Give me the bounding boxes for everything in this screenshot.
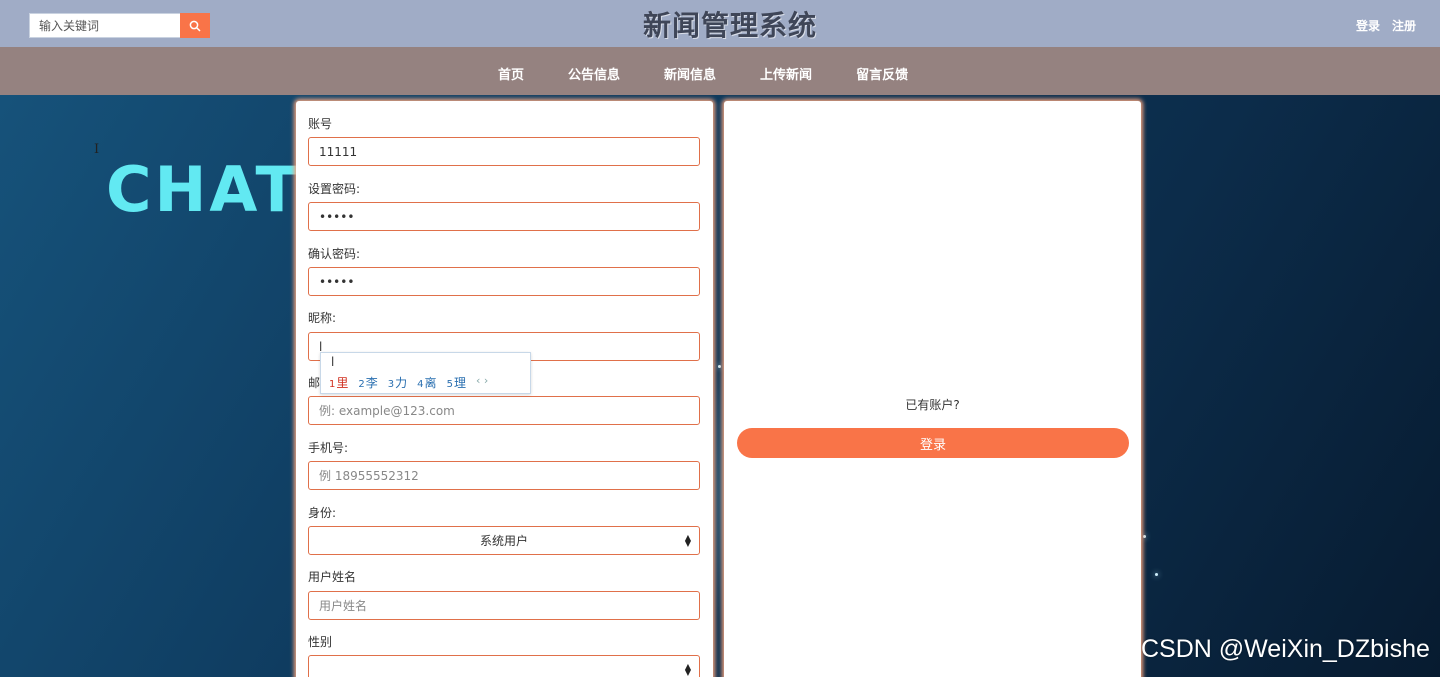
hero-background: CHAT: [0, 95, 1440, 677]
ime-candidate[interactable]: 3力: [388, 374, 407, 391]
password-value: •••••: [319, 209, 355, 224]
gender-label: 性别: [308, 635, 333, 649]
password-field[interactable]: •••••: [308, 202, 700, 231]
select-arrows-icon: ▲ ▼: [684, 661, 691, 677]
hero-text: CHAT: [106, 153, 301, 226]
login-button[interactable]: 登录: [737, 428, 1129, 458]
nav-item-upload-news[interactable]: 上传新闻: [760, 64, 812, 83]
confirm-password-field[interactable]: •••••: [308, 267, 700, 296]
ime-composition: l: [331, 355, 335, 369]
ime-candidate[interactable]: 1里: [329, 374, 348, 391]
hero-spark: [718, 365, 721, 368]
auth-links: 登录 注册: [1356, 17, 1416, 34]
hero-spark: [1143, 535, 1146, 538]
register-link[interactable]: 注册: [1392, 17, 1416, 34]
email-label: 邮: [308, 376, 321, 390]
top-bar: 新闻管理系统 登录 注册: [0, 0, 1440, 47]
login-side-panel: 已有账户? 登录: [724, 101, 1141, 677]
ime-candidate[interactable]: 4离: [417, 374, 436, 391]
account-label: 账号: [308, 117, 333, 131]
realname-field[interactable]: 用户姓名: [308, 591, 700, 620]
ime-candidate[interactable]: 2李: [358, 374, 377, 391]
confirm-password-value: •••••: [319, 274, 355, 289]
identity-label: 身份:: [308, 506, 337, 520]
ime-pager[interactable]: ‹ ›: [476, 374, 488, 391]
login-link[interactable]: 登录: [1356, 17, 1380, 34]
email-placeholder: 例: example@123.com: [319, 404, 455, 418]
phone-placeholder: 例 18955552312: [319, 469, 419, 483]
realname-label: 用户姓名: [308, 570, 357, 584]
ime-candidate-popup: l 1里 2李 3力 4离 5理 ‹ ›: [320, 352, 531, 394]
nav-item-feedback[interactable]: 留言反馈: [856, 64, 908, 83]
phone-field[interactable]: 例 18955552312: [308, 461, 700, 490]
password-label: 设置密码:: [308, 182, 361, 196]
identity-value: 系统用户: [479, 534, 528, 548]
phone-label: 手机号:: [308, 441, 349, 455]
main-nav: 首页 公告信息 新闻信息 上传新闻 留言反馈: [0, 47, 1440, 95]
watermark: CSDN @WeiXin_DZbishe: [1141, 635, 1430, 663]
ime-candidate[interactable]: 5理: [447, 374, 466, 391]
nav-item-announcements[interactable]: 公告信息: [568, 64, 620, 83]
nav-item-home[interactable]: 首页: [498, 64, 524, 83]
email-field[interactable]: 例: example@123.com: [308, 396, 700, 425]
identity-select[interactable]: 系统用户 ▲ ▼: [308, 526, 700, 555]
gender-select[interactable]: ▲ ▼: [308, 655, 700, 677]
hero-spark: [1155, 573, 1158, 576]
realname-placeholder: 用户姓名: [319, 599, 368, 613]
account-value: 11111: [319, 144, 358, 159]
account-field[interactable]: 11111: [308, 137, 700, 166]
nav-item-news[interactable]: 新闻信息: [664, 64, 716, 83]
have-account-text: 已有账户?: [905, 398, 960, 412]
select-arrows-icon: ▲ ▼: [684, 532, 691, 548]
text-cursor-icon: I: [94, 142, 100, 157]
confirm-password-label: 确认密码:: [308, 247, 361, 261]
nickname-label: 昵称:: [308, 311, 337, 325]
site-title: 新闻管理系统: [642, 9, 817, 42]
